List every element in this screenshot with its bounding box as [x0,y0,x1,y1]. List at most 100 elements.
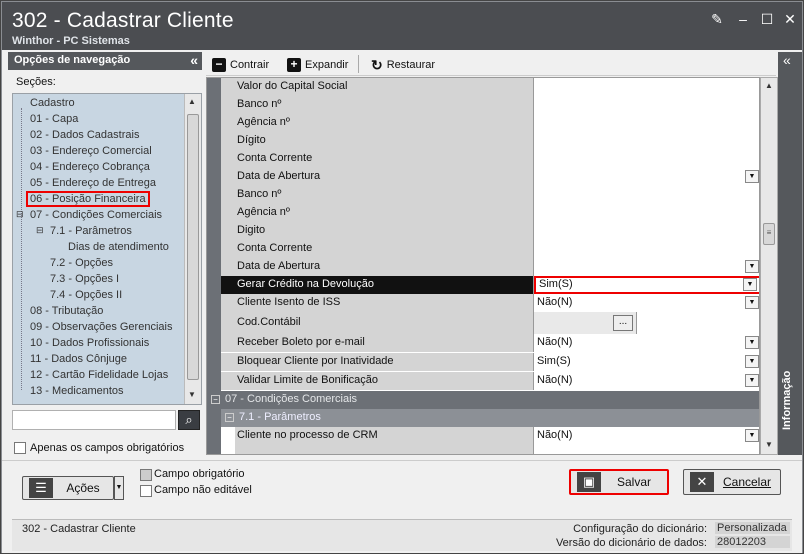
grid-row-cod-contabil[interactable]: Cod.Contábil... [221,312,759,334]
row-value[interactable] [534,150,759,168]
tree-item-posicao-financeira[interactable]: 06 - Posição Financeira [26,191,150,207]
tree-item-endereco-comercial[interactable]: 03 - Endereço Comercial [30,145,152,157]
dropdown-arrow-icon[interactable]: ▼ [745,170,759,183]
nav-search-input[interactable] [12,410,176,430]
tree-item-dias-atendimento[interactable]: Dias de atendimento [68,241,169,253]
grid-row-data-abertura-2[interactable]: Data de Abertura ▼ [221,258,759,276]
expand-panel-icon[interactable]: « [783,52,791,68]
tree-item-opcoes-ii[interactable]: 7.4 - Opções II [50,289,122,301]
grid-row-digito[interactable]: Dígito [221,132,759,150]
grid-row-capital-social[interactable]: Valor do Capital Social [221,78,759,96]
grid-row-data-abertura[interactable]: Data de Abertura ▼ [221,168,759,186]
tree-item-capa[interactable]: 01 - Capa [30,113,78,125]
tree-expand-icon[interactable]: ⊟ [36,225,44,236]
grid-subgroup-parametros[interactable]: −7.1 - Parâmetros [221,409,759,427]
cod-contabil-input[interactable] [636,312,759,334]
info-side-panel: « Informação [778,52,802,455]
grid-row-isento-iss[interactable]: Cliente Isento de ISS Não(N) ▼ [221,294,759,312]
scroll-up-icon[interactable]: ▲ [188,97,196,106]
tree-scroll-thumb[interactable] [187,114,199,380]
tree-item-dados-profissionais[interactable]: 10 - Dados Profissionais [30,337,149,349]
search-icon[interactable]: ⌕ [178,410,200,430]
minimize-icon[interactable]: – [734,10,752,28]
row-label: Conta Corrente [221,150,534,168]
tree-item-endereco-cobranca[interactable]: 04 - Endereço Cobrança [30,161,150,173]
grid-group-condicoes-comerciais[interactable]: −07 - Condições Comerciais [207,391,759,409]
tree-item-condicoes-comerciais[interactable]: 07 - Condições Comerciais [30,209,162,221]
tree-item-cartao-fidelidade[interactable]: 12 - Cartão Fidelidade Lojas [30,369,168,381]
grid-row-limite-bonificacao[interactable]: Validar Limite de Bonificação Não(N) ▼ [221,372,759,390]
ellipsis-button[interactable]: ... [613,315,633,331]
grid-row-agencia[interactable]: Agência nº [221,114,759,132]
grid-row-bloquear-inatividade[interactable]: Bloquear Cliente por Inatividade Sim(S) ▼ [221,353,759,371]
tree-item-dados-cadastrais[interactable]: 02 - Dados Cadastrais [30,129,139,141]
collapse-group-icon[interactable]: − [225,413,234,422]
tree-item-opcoes-i[interactable]: 7.3 - Opções I [50,273,119,285]
row-value[interactable] [534,222,759,240]
row-value[interactable]: ▼ [534,168,759,186]
dropdown-arrow-icon[interactable]: ▼ [745,296,759,309]
collapse-group-icon[interactable]: − [211,395,220,404]
scroll-up-icon[interactable]: ▲ [765,81,773,90]
dropdown-arrow-icon[interactable]: ▼ [745,260,759,273]
row-value[interactable]: Sim(S) ▼ [534,353,759,371]
grid-scrollbar[interactable]: ▲ ≡ ▼ [760,77,778,455]
tree-expand-icon[interactable]: ⊟ [16,209,24,220]
tree-item-opcoes[interactable]: 7.2 - Opções [50,257,113,269]
tree-item-medicamentos[interactable]: 13 - Medicamentos [30,385,124,397]
action-bar: ☰ Ações ▼ Campo obrigatório Campo não ed… [2,460,802,516]
grid-row-conta-corrente-2[interactable]: Conta Corrente [221,240,759,258]
grid-row-crm[interactable]: Cliente no processo de CRM Não(N) ▼ [235,427,759,445]
scroll-down-icon[interactable]: ▼ [765,440,773,449]
tree-item-cadastro[interactable]: Cadastro [30,97,75,109]
tree-item-parametros[interactable]: 7.1 - Parâmetros [50,225,132,237]
scroll-down-icon[interactable]: ▼ [188,390,196,399]
collapse-panel-icon[interactable]: « [190,52,198,68]
actions-button[interactable]: ☰ Ações [22,476,114,500]
required-only-checkbox[interactable] [14,442,26,454]
row-value[interactable] [534,186,759,204]
close-icon[interactable]: ✕ [781,10,799,28]
grid-row-agencia-2[interactable]: Agência nº [221,204,759,222]
row-value[interactable]: Não(N) ▼ [534,334,759,352]
grid-row-banco[interactable]: Banco nº [221,96,759,114]
row-value[interactable] [534,78,759,96]
grid-scroll-thumb[interactable]: ≡ [763,223,775,245]
save-button[interactable]: ▣ Salvar [569,469,669,495]
row-value[interactable] [534,96,759,114]
grid-row-digito-2[interactable]: Digito [221,222,759,240]
edit-icon[interactable]: ✎ [708,10,726,28]
row-value[interactable] [534,132,759,150]
grid-row-boleto-email[interactable]: Receber Boleto por e-mail Não(N) ▼ [221,334,759,352]
tree-item-endereco-entrega[interactable]: 05 - Endereço de Entrega [30,177,156,189]
dropdown-arrow-icon[interactable]: ▼ [745,374,759,387]
row-value[interactable]: Não(N) ▼ [534,294,759,312]
grid-row-gerar-credito[interactable]: Gerar Crédito na Devolução Sim(S) ▼ [221,276,759,294]
dropdown-arrow-icon[interactable]: ▼ [745,355,759,368]
row-value[interactable]: Não(N) ▼ [534,427,759,445]
collapse-button[interactable]: − Contrair [212,56,269,74]
dropdown-arrow-icon[interactable]: ▼ [743,278,757,291]
tree-item-tributacao[interactable]: 08 - Tributação [30,305,103,317]
tree-item-dados-conjuge[interactable]: 11 - Dados Cônjuge [30,353,127,365]
row-value[interactable]: Não(N) ▼ [534,372,759,390]
tree-item-observacoes[interactable]: 09 - Observações Gerenciais [30,321,172,333]
gerar-credito-select[interactable]: Sim(S) ▼ [534,276,759,294]
cancel-button[interactable]: ✕ Cancelar [683,469,781,495]
expand-button[interactable]: + Expandir [287,56,348,74]
row-value[interactable] [534,204,759,222]
window-subtitle: Winthor - PC Sistemas [12,35,130,47]
maximize-icon[interactable]: ☐ [758,10,776,28]
grid-row-conta-corrente[interactable]: Conta Corrente [221,150,759,168]
actions-dropdown-icon[interactable]: ▼ [114,476,124,500]
row-value[interactable] [534,114,759,132]
info-panel-label[interactable]: Informação [781,371,793,430]
grid-row-banco-2[interactable]: Banco nº [221,186,759,204]
not-editable-legend-swatch [140,485,152,497]
row-value[interactable]: ▼ [534,258,759,276]
dropdown-arrow-icon[interactable]: ▼ [745,429,759,442]
dropdown-arrow-icon[interactable]: ▼ [745,336,759,349]
restore-button[interactable]: ↻ Restaurar [371,56,435,74]
tree-scrollbar[interactable]: ▲ ▼ [184,94,201,404]
row-value[interactable] [534,240,759,258]
